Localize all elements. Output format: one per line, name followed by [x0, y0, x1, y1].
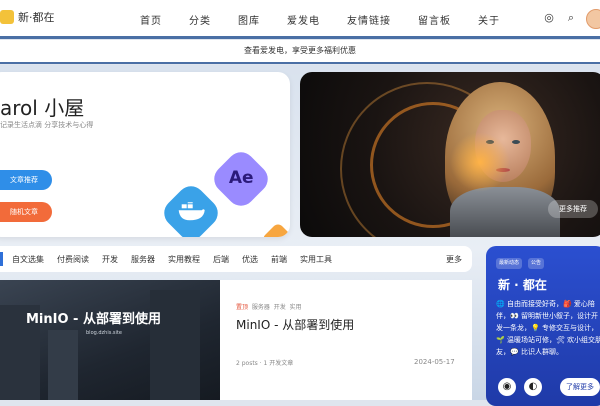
category-more-link[interactable]: 更多 — [446, 254, 462, 265]
whale-icon — [178, 202, 205, 221]
category-item[interactable]: 实用工具 — [300, 254, 332, 265]
random-article-button[interactable]: 随机文章 — [0, 202, 52, 222]
category-item[interactable]: 服务器 — [131, 254, 155, 265]
article-date: 2024-05-17 — [414, 358, 455, 366]
category-item[interactable]: 优选 — [242, 254, 258, 265]
category-list: 自文选集 付费阅读 开发 服务器 实用教程 后端 优选 前端 实用工具 — [12, 254, 345, 265]
logo-mark — [0, 10, 14, 24]
hero-title: arol 小屋 — [0, 96, 85, 120]
cover-building — [48, 330, 78, 400]
panel-chip-latest[interactable]: 最新动态 — [496, 258, 523, 269]
article-meta: 2 posts · 1 开发文章 — [236, 360, 294, 367]
ae-label: Ae — [228, 167, 254, 188]
portrait-armor — [450, 187, 560, 237]
nav-item-guestbook[interactable]: 留言板 — [418, 12, 451, 27]
article-tag[interactable]: 实用 — [290, 304, 302, 311]
recommended-articles-button[interactable]: 文章推荐 — [0, 170, 52, 190]
nav-item-about[interactable]: 关于 — [478, 12, 500, 27]
article-tag[interactable]: 开发 — [274, 304, 286, 311]
article-cover-image[interactable]: MinIO - 从部署到使用 blog.dzhis.site — [0, 280, 220, 400]
decorative-tile — [261, 222, 290, 237]
article-tag[interactable]: 服务器 — [252, 304, 270, 311]
cover-title: MinIO - 从部署到使用 — [26, 312, 161, 327]
github-icon[interactable]: ◉ — [498, 378, 516, 396]
nav-item-home[interactable]: 首页 — [140, 12, 162, 27]
category-item[interactable]: 前端 — [271, 254, 287, 265]
docker-icon — [158, 180, 224, 237]
avatar[interactable] — [586, 9, 600, 29]
article-title[interactable]: MinIO - 从部署到使用 — [236, 316, 354, 333]
learn-more-button[interactable]: 了解更多 — [560, 378, 600, 396]
cover-building — [150, 290, 200, 400]
hero-subtitle: 记录生活点滴 分享技术与心得 — [0, 121, 94, 129]
category-item[interactable]: 付费阅读 — [57, 254, 89, 265]
light-flare — [450, 132, 510, 192]
github-icon[interactable]: ◎ — [543, 12, 555, 24]
portrait-eye-right — [512, 140, 520, 144]
nav-item-gallery[interactable]: 图库 — [238, 12, 260, 27]
article-tags: 置顶 服务器 开发 实用 — [236, 302, 302, 311]
article-tag-pinned[interactable]: 置顶 — [236, 304, 248, 311]
top-navigation-bar: 新·都在 首页 分类 图库 爱发电 友情链接 留言板 关于 ◎ ⌕ — [0, 0, 600, 39]
article-card[interactable]: 置顶 服务器 开发 实用 MinIO - 从部署到使用 2 posts · 1 … — [220, 280, 472, 400]
hero-intro-card: arol 小屋 记录生活点滴 分享技术与心得 文章推荐 随机文章 Ae Ps — [0, 72, 290, 237]
main-nav: 首页 分类 图库 爱发电 友情链接 留言板 关于 — [140, 12, 527, 27]
panel-description: 🌐 自由而接受好奇，🎒 爱心陪伴，👀 留明新世小叙子，设计开发一条龙，💡 专修交… — [496, 300, 600, 356]
panel-chip-notice[interactable]: 公告 — [528, 258, 545, 269]
category-bar: 自文选集 付费阅读 开发 服务器 实用教程 后端 优选 前端 实用工具 更多 — [0, 246, 472, 272]
announcement-banner[interactable]: 查看爱发电，享受更多福利优惠 — [0, 40, 600, 64]
category-item[interactable]: 实用教程 — [168, 254, 200, 265]
nav-item-friends[interactable]: 友情链接 — [347, 12, 391, 27]
more-recommendations-button[interactable]: 更多推荐 — [548, 200, 598, 218]
panel-title: 新 · 都在 — [498, 278, 547, 292]
nav-item-category[interactable]: 分类 — [189, 12, 211, 27]
nav-item-afdian[interactable]: 爱发电 — [287, 12, 320, 27]
cover-subtitle: blog.dzhis.site — [86, 330, 122, 336]
search-icon[interactable]: ⌕ — [565, 12, 577, 24]
after-effects-icon: Ae — [208, 146, 274, 212]
site-logo[interactable]: 新·都在 — [0, 9, 55, 25]
logo-text: 新·都在 — [18, 11, 55, 24]
site-info-panel: 最新动态 公告 新 · 都在 🌐 自由而接受好奇，🎒 爱心陪伴，👀 留明新世小叙… — [486, 246, 600, 406]
category-item[interactable]: 自文选集 — [12, 254, 44, 265]
category-accent — [0, 252, 3, 266]
featured-image-card[interactable]: 更多推荐 — [300, 72, 600, 237]
link-icon[interactable]: ◐ — [524, 378, 542, 396]
category-item[interactable]: 开发 — [102, 254, 118, 265]
category-item[interactable]: 后端 — [213, 254, 229, 265]
